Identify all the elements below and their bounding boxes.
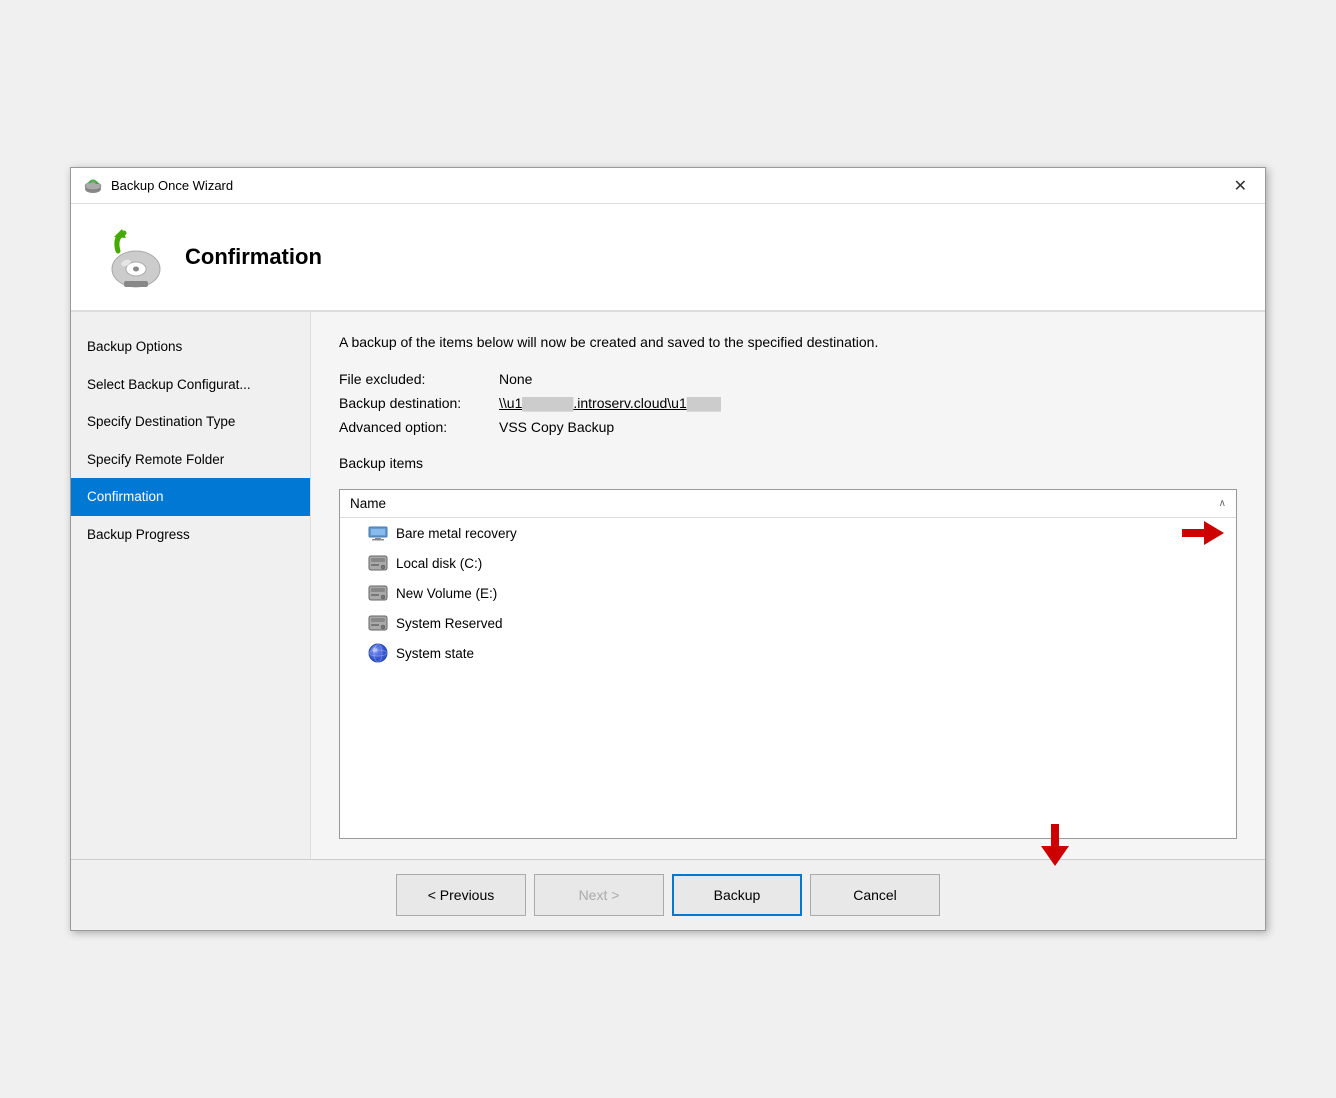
app-icon xyxy=(83,176,103,196)
system-state-icon xyxy=(368,643,388,663)
list-item: System state xyxy=(340,638,1236,668)
advanced-option-label: Advanced option: xyxy=(339,419,499,435)
main-panel: A backup of the items below will now be … xyxy=(311,312,1265,859)
header-title: Confirmation xyxy=(185,244,322,270)
file-excluded-label: File excluded: xyxy=(339,371,499,387)
sidebar-item-specify-remote-folder[interactable]: Specify Remote Folder xyxy=(71,441,310,479)
file-excluded-value: None xyxy=(499,371,1237,387)
scroll-up-icon: ∧ xyxy=(1219,498,1226,509)
backup-items-label: Backup items xyxy=(339,455,1237,471)
sidebar-item-select-backup-config[interactable]: Select Backup Configurat... xyxy=(71,366,310,404)
list-item-label: Local disk (C:) xyxy=(396,556,482,571)
info-grid: File excluded: None Backup destination: … xyxy=(339,371,1237,435)
sidebar-item-backup-progress[interactable]: Backup Progress xyxy=(71,516,310,554)
list-item: Local disk (C:) xyxy=(340,548,1236,578)
backup-list-header: Name ∧ xyxy=(340,490,1236,518)
title-bar-left: Backup Once Wizard xyxy=(83,176,233,196)
sidebar-item-specify-destination-type[interactable]: Specify Destination Type xyxy=(71,403,310,441)
list-column-name: Name xyxy=(350,496,386,511)
backup-destination-label: Backup destination: xyxy=(339,395,499,411)
title-bar-text: Backup Once Wizard xyxy=(111,178,233,193)
disk-icon xyxy=(368,613,388,633)
content-area: Backup Options Select Backup Configurat.… xyxy=(71,312,1265,859)
description-text: A backup of the items below will now be … xyxy=(339,332,1237,353)
previous-button[interactable]: < Previous xyxy=(396,874,526,916)
next-button[interactable]: Next > xyxy=(534,874,664,916)
close-button[interactable]: ✕ xyxy=(1228,174,1253,198)
list-item: Bare metal recovery xyxy=(340,518,1236,548)
title-bar: Backup Once Wizard ✕ xyxy=(71,168,1265,204)
sidebar-item-confirmation[interactable]: Confirmation xyxy=(71,478,310,516)
bare-metal-icon xyxy=(368,523,388,543)
footer-area: < Previous Next > Backup Cancel xyxy=(71,859,1265,930)
advanced-option-value: VSS Copy Backup xyxy=(499,419,1237,435)
header-area: Confirmation xyxy=(71,204,1265,312)
wizard-window: Backup Once Wizard ✕ Confirmation xyxy=(70,167,1266,931)
backup-button[interactable]: Backup xyxy=(672,874,802,916)
sidebar: Backup Options Select Backup Configurat.… xyxy=(71,312,311,859)
red-arrow-left xyxy=(1182,521,1224,545)
sidebar-item-backup-options[interactable]: Backup Options xyxy=(71,328,310,366)
cancel-button[interactable]: Cancel xyxy=(810,874,940,916)
disk-icon xyxy=(368,553,388,573)
disk-icon xyxy=(368,583,388,603)
wizard-icon xyxy=(96,223,164,291)
backup-list-container[interactable]: Name ∧ Bare metal recovery xyxy=(339,489,1237,839)
red-arrow-down xyxy=(1041,824,1069,866)
backup-destination-value: \\u1██████.introserv.cloud\u1████ xyxy=(499,395,1237,411)
list-item-label: New Volume (E:) xyxy=(396,586,497,601)
list-item-label: System Reserved xyxy=(396,616,503,631)
list-item-label: Bare metal recovery xyxy=(396,526,517,541)
list-item: New Volume (E:) xyxy=(340,578,1236,608)
header-icon xyxy=(95,222,165,292)
list-item: System Reserved xyxy=(340,608,1236,638)
list-item-label: System state xyxy=(396,646,474,661)
